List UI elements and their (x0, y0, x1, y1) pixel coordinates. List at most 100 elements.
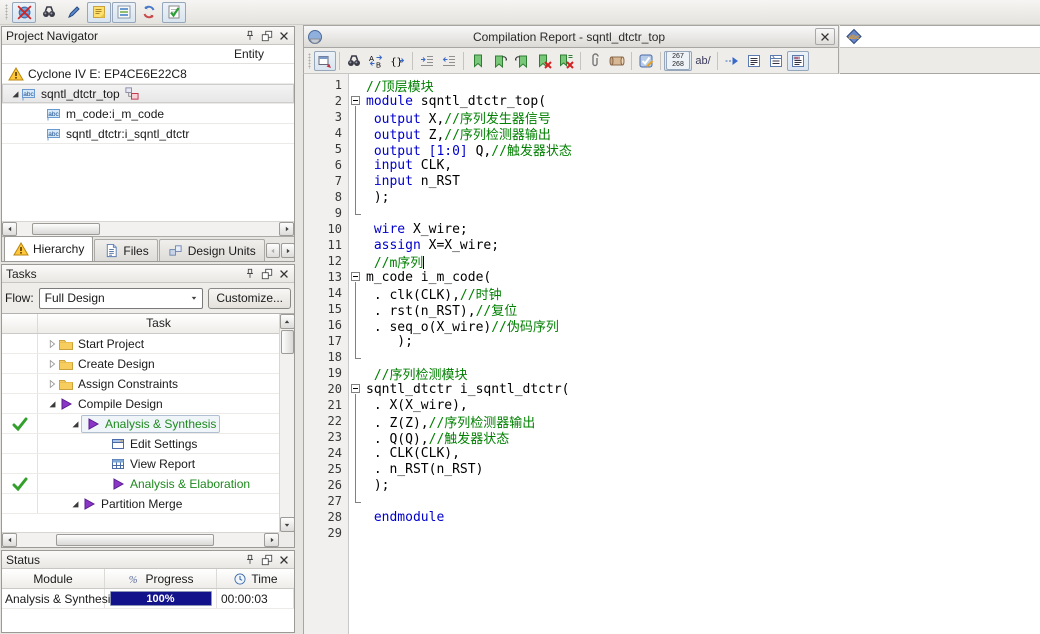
code-line[interactable]: 1//顶层模块 (304, 77, 1040, 93)
code-line[interactable]: 24 . CLK(CLK), (304, 445, 1040, 461)
scroll-up-icon[interactable] (280, 314, 295, 329)
code-line[interactable]: 12 //m序列 (304, 253, 1040, 269)
outdent-button[interactable] (438, 51, 460, 71)
scrollbar-thumb[interactable] (56, 534, 214, 546)
code-line[interactable]: 20sqntl_dtctr i_sqntl_dtctr( (304, 381, 1040, 397)
bookmark-toggle-button[interactable] (467, 51, 489, 71)
bookmark-delete-all-button[interactable] (555, 51, 577, 71)
code-line[interactable]: 26 ); (304, 477, 1040, 493)
module-column-header[interactable]: Module (2, 569, 105, 588)
tab-scroll-left-icon[interactable] (266, 243, 280, 258)
flow-dropdown[interactable]: Full Design (39, 288, 204, 309)
replace-button[interactable]: AB (365, 51, 387, 71)
view-split-button[interactable] (765, 51, 787, 71)
code-line[interactable]: 5 output [1:0] Q,//触发器状态 (304, 141, 1040, 157)
find-button[interactable] (37, 2, 61, 23)
expander-icon[interactable] (45, 377, 58, 390)
expander-icon[interactable] (45, 357, 58, 370)
float-icon[interactable] (260, 553, 273, 566)
indent-button[interactable] (416, 51, 438, 71)
code-line[interactable]: 23 . Q(Q),//触发器状态 (304, 429, 1040, 445)
code-line[interactable]: 7 input n_RST (304, 173, 1040, 189)
tree-item[interactable]: abcsqntl_dtctr_top (2, 84, 294, 104)
tasks-horizontal-scrollbar[interactable] (2, 532, 279, 547)
float-icon[interactable] (260, 267, 273, 280)
scroll-left-icon[interactable] (2, 533, 17, 547)
expander-icon[interactable] (45, 337, 58, 350)
code-line[interactable]: 28 endmodule (304, 509, 1040, 525)
editor-titlebar[interactable]: Compilation Report - sqntl_dtctr_top (303, 25, 839, 48)
customize-button[interactable]: Customize... (208, 288, 291, 309)
scroll-right-icon[interactable] (279, 222, 294, 236)
code-line[interactable]: 17 ); (304, 333, 1040, 349)
pin-icon[interactable] (243, 267, 256, 280)
scrollbar-thumb[interactable] (281, 330, 294, 354)
bookmark-previous-button[interactable] (511, 51, 533, 71)
task-row[interactable]: Edit Settings (2, 434, 279, 454)
task-row[interactable]: View Report (2, 454, 279, 474)
code-editor[interactable]: 1//顶层模块2module sqntl_dtctr_top(3 output … (303, 74, 1040, 634)
tree-item[interactable]: Cyclone IV E: EP4CE6E22C8 (2, 64, 294, 84)
tree-item[interactable]: abcm_code:i_m_code (2, 104, 294, 124)
time-column-header[interactable]: Time (217, 569, 294, 588)
code-line[interactable]: 10 wire X_wire; (304, 221, 1040, 237)
task-row[interactable]: Compile Design (2, 394, 279, 414)
expander-icon[interactable] (8, 87, 21, 100)
bookmark-next-button[interactable] (489, 51, 511, 71)
tree-item[interactable]: abcsqntl_dtctr:i_sqntl_dtctr (2, 124, 294, 144)
expander-icon[interactable] (68, 497, 81, 510)
tab-hierarchy[interactable]: Hierarchy (4, 236, 93, 261)
tasks-vertical-scrollbar[interactable] (279, 314, 294, 532)
tab-design-units[interactable]: Design Units (159, 239, 265, 261)
close-icon[interactable] (277, 29, 290, 42)
code-line[interactable]: 27 (304, 493, 1040, 509)
bookmark-delete-button[interactable] (533, 51, 555, 71)
task-row[interactable]: Analysis & Elaboration (2, 474, 279, 494)
pin-icon[interactable] (243, 553, 256, 566)
tree-horizontal-scrollbar[interactable] (2, 221, 294, 236)
scrollbar-thumb[interactable] (32, 223, 100, 235)
tcl-script-button[interactable] (606, 51, 628, 71)
fold-toggle-icon[interactable] (351, 384, 360, 393)
netlist-sphere-button[interactable] (12, 2, 36, 23)
toolbar-grip[interactable] (5, 4, 8, 20)
scroll-down-icon[interactable] (280, 517, 295, 532)
code-line[interactable]: 19 //序列检测模块 (304, 365, 1040, 381)
code-line[interactable]: 9 (304, 205, 1040, 221)
scroll-right-icon[interactable] (264, 533, 279, 547)
task-row[interactable]: Create Design (2, 354, 279, 374)
syntax-check-button[interactable] (635, 51, 657, 71)
abc-spellcheck-icon[interactable]: abc (846, 29, 862, 45)
code-line[interactable]: 6 input CLK, (304, 157, 1040, 173)
expander-icon[interactable] (68, 417, 81, 430)
entity-column-header[interactable]: Entity (2, 45, 294, 64)
task-column-header[interactable]: Task (38, 314, 279, 333)
close-icon[interactable] (277, 267, 290, 280)
scroll-left-icon[interactable] (2, 222, 17, 236)
expander-icon[interactable] (45, 397, 58, 410)
refresh-button[interactable] (137, 2, 161, 23)
code-line[interactable]: 25 . n_RST(n_RST) (304, 461, 1040, 477)
code-line[interactable]: 29 (304, 525, 1040, 541)
goto-transcript-button[interactable] (721, 51, 743, 71)
fold-toggle-icon[interactable] (351, 272, 360, 281)
tab-scroll-right-icon[interactable] (281, 243, 295, 258)
code-line[interactable]: 16 . seq_o(X_wire)//伪码序列 (304, 317, 1040, 333)
edit-pen-button[interactable] (62, 2, 86, 23)
list-settings-button[interactable] (112, 2, 136, 23)
fold-toggle-icon[interactable] (351, 96, 360, 105)
task-row[interactable]: Partition Merge (2, 494, 279, 514)
tab-files[interactable]: Files (94, 239, 157, 261)
view-full-button[interactable] (743, 51, 765, 71)
goto-brace-button[interactable]: {} (387, 51, 409, 71)
toolbar-grip[interactable] (308, 53, 311, 69)
task-row[interactable]: Start Project (2, 334, 279, 354)
comment-toggle-button[interactable]: ab/ (692, 51, 714, 71)
open-new-window-button[interactable] (314, 51, 336, 71)
task-row[interactable]: Assign Constraints (2, 374, 279, 394)
view-panel-button[interactable] (787, 51, 809, 71)
code-line[interactable]: 8 ); (304, 189, 1040, 205)
task-row[interactable]: Analysis & Synthesis (2, 414, 279, 434)
float-icon[interactable] (260, 29, 273, 42)
attach-button[interactable] (584, 51, 606, 71)
